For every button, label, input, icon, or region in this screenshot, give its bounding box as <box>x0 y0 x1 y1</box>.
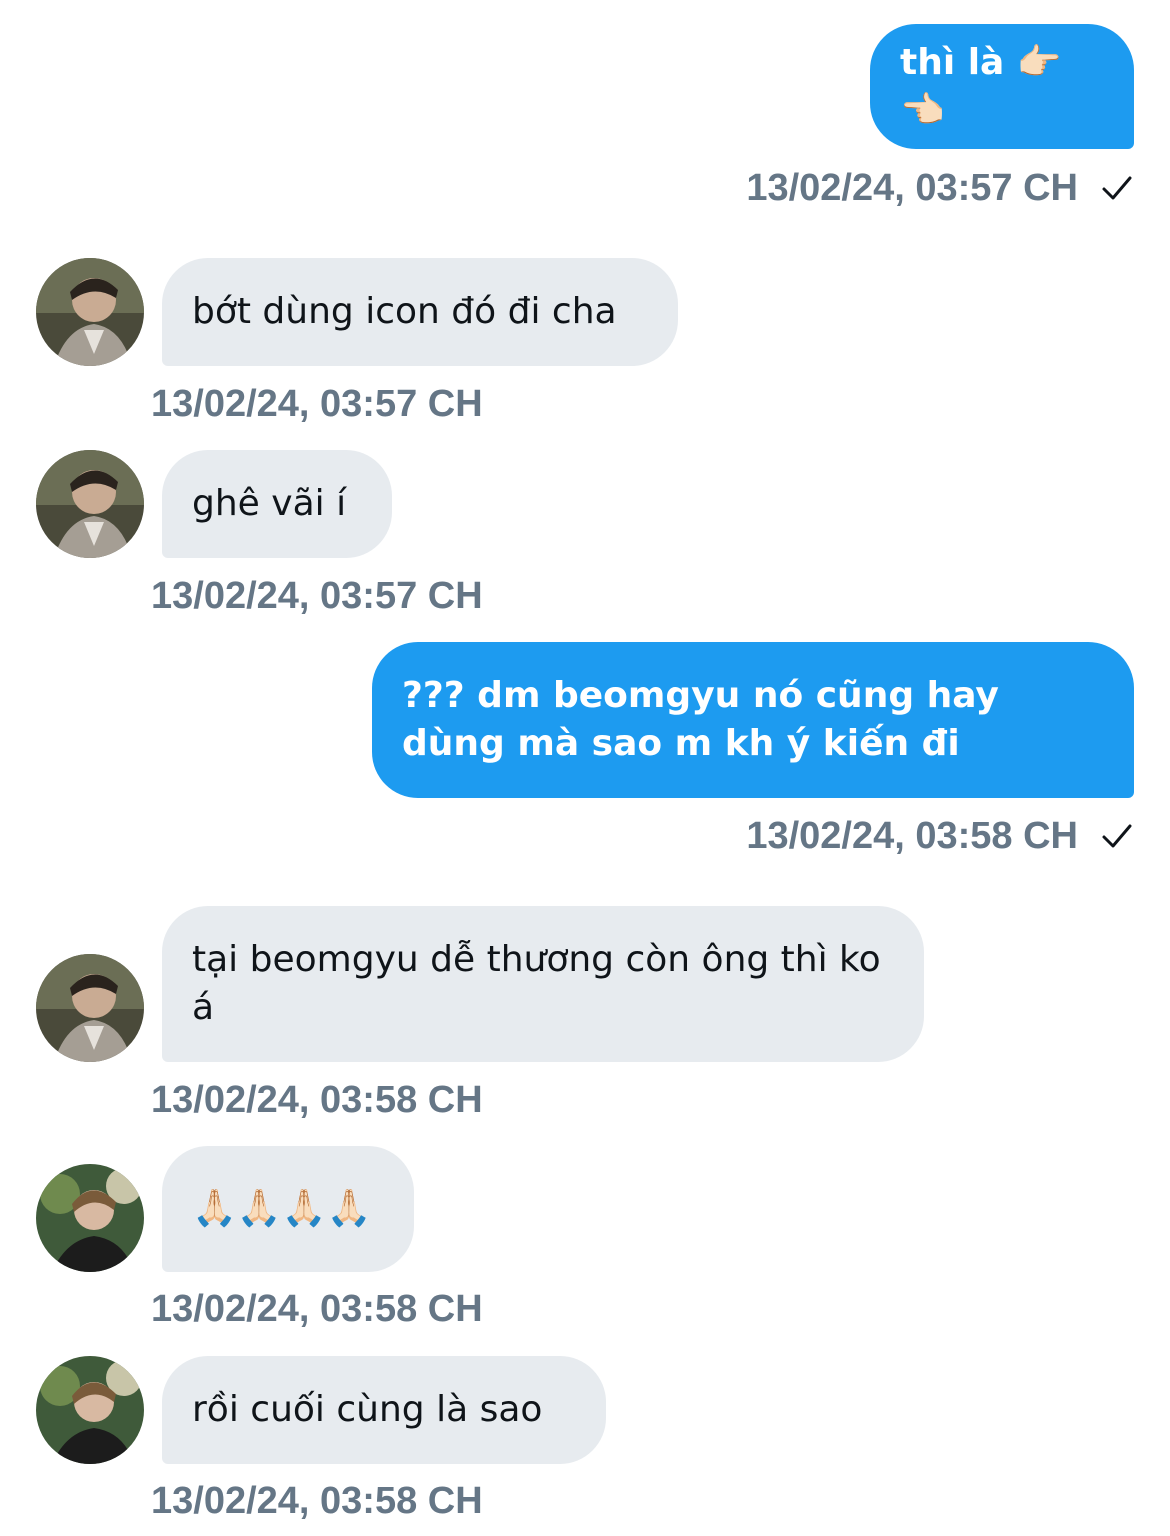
message-bubble-incoming[interactable]: bớt dùng icon đó đi cha <box>162 258 678 366</box>
message-text: 🙏🏻🙏🏻🙏🏻🙏🏻 <box>192 1188 372 1229</box>
avatar[interactable] <box>36 1356 144 1464</box>
avatar[interactable] <box>36 258 144 366</box>
message-text: rồi cuối cùng là sao <box>192 1389 543 1430</box>
message-bubble-outgoing[interactable]: thì là 👉🏻👈🏻 <box>870 24 1134 149</box>
message-text: tại beomgyu dễ thương còn ông thì ko á <box>192 939 881 1028</box>
message-timestamp: 13/02/24, 03:58 CH <box>151 1480 483 1522</box>
message-bubble-incoming[interactable]: tại beomgyu dễ thương còn ông thì ko á <box>162 906 924 1062</box>
message-timestamp: 13/02/24, 03:57 CH <box>151 383 483 425</box>
message-text: ghê vãi í <box>192 483 347 524</box>
message-bubble-incoming[interactable]: rồi cuối cùng là sao <box>162 1356 606 1464</box>
message-timestamp: 13/02/24, 03:58 CH <box>151 1079 483 1121</box>
message-bubble-incoming[interactable]: 🙏🏻🙏🏻🙏🏻🙏🏻 <box>162 1146 414 1272</box>
message-bubble-outgoing[interactable]: ??? dm beomgyu nó cũng hay dùng mà sao m… <box>372 642 1134 798</box>
message-timestamp: 13/02/24, 03:58 CH <box>746 815 1078 857</box>
message-text: bớt dùng icon đó đi cha <box>192 291 617 332</box>
message-timestamp: 13/02/24, 03:58 CH <box>151 1288 483 1330</box>
message-bubble-incoming[interactable]: ghê vãi í <box>162 450 392 558</box>
avatar[interactable] <box>36 1164 144 1272</box>
checkmark-icon <box>1102 824 1132 848</box>
avatar[interactable] <box>36 450 144 558</box>
message-text: thì là 👉🏻👈🏻 <box>900 41 1062 131</box>
checkmark-icon <box>1102 176 1132 200</box>
message-timestamp: 13/02/24, 03:57 CH <box>746 167 1078 209</box>
message-timestamp: 13/02/24, 03:57 CH <box>151 575 483 617</box>
message-text: ??? dm beomgyu nó cũng hay dùng mà sao m… <box>402 675 999 764</box>
avatar[interactable] <box>36 954 144 1062</box>
